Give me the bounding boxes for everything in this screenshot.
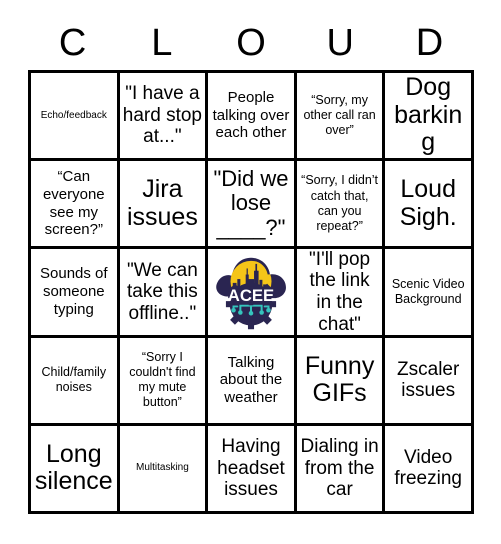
bingo-cell-label: Loud Sigh. — [399, 175, 457, 231]
bingo-cell[interactable]: "We can take this offline.." — [119, 249, 209, 338]
bingo-cell-label: "I'll pop the link in the chat" — [309, 249, 371, 335]
bingo-cell-label: “Can everyone see my screen?” — [42, 168, 105, 239]
bingo-cell[interactable]: Talking about the weather — [208, 337, 297, 426]
bingo-cell-label: "Did we lose ____?" — [213, 165, 289, 241]
bingo-cell[interactable]: People talking over each other — [208, 73, 297, 162]
bingo-cell[interactable]: Long silence — [31, 425, 120, 514]
bingo-cell[interactable]: Having headset issues — [208, 425, 297, 514]
bingo-cell-label: People talking over each other — [212, 89, 290, 142]
bingo-cell-label: “Sorry I couldn't find my mute button” — [129, 349, 196, 410]
bingo-cell[interactable]: Sounds of someone typing — [31, 249, 120, 338]
bingo-cell-label: Zscaler issues — [397, 358, 460, 402]
bingo-header: C L O U D — [28, 16, 474, 70]
bingo-cell-label: Funny GIFs — [304, 351, 375, 408]
bingo-cell-label: Scenic Video Background — [391, 276, 465, 306]
bingo-header-letter-5: D — [415, 22, 444, 64]
bingo-cell-label: Talking about the weather — [219, 353, 283, 407]
bingo-header-letter-2: L — [151, 22, 173, 64]
bingo-cell-label: Dog barking — [394, 73, 463, 157]
bingo-cell[interactable]: Video freezing — [385, 425, 474, 514]
bingo-cell[interactable]: Loud Sigh. — [385, 161, 474, 250]
bingo-cell[interactable]: “Can everyone see my screen?” — [31, 161, 120, 250]
bingo-card: C L O U D Echo/feedback "I have a hard st… — [0, 0, 501, 544]
bingo-cell-label: Multitasking — [135, 462, 189, 474]
bingo-cell[interactable]: Dialing in from the car — [296, 425, 386, 514]
bingo-cell[interactable]: Funny GIFs — [296, 337, 386, 426]
bingo-cell-label: "I have a hard stop at..." — [122, 83, 202, 148]
acee-logo: ACEE — [208, 249, 294, 334]
bingo-cell[interactable]: "I'll pop the link in the chat" — [296, 249, 386, 338]
bingo-cell-label: Long silence — [34, 439, 113, 496]
bingo-cell-label: Video freezing — [394, 446, 462, 490]
bingo-cell-label: Child/family noises — [41, 364, 107, 395]
bingo-grid: Echo/feedback "I have a hard stop at..." P… — [28, 70, 474, 514]
bingo-cell[interactable]: Zscaler issues — [385, 337, 474, 426]
bingo-cell[interactable]: Echo/feedback — [31, 73, 120, 162]
bingo-cell[interactable]: "Did we lose ____?" — [208, 161, 297, 250]
bingo-cell-label: Jira issues — [126, 175, 198, 231]
bingo-cell[interactable]: “Sorry, my other call ran over” — [296, 73, 386, 162]
bingo-header-letter-4: U — [326, 22, 354, 64]
bingo-cell[interactable]: Scenic Video Background — [385, 249, 474, 338]
bingo-header-letter-1: C — [58, 22, 87, 64]
bingo-cell[interactable]: Child/family noises — [31, 337, 120, 426]
bingo-cell[interactable]: “Sorry I couldn't find my mute button” — [119, 337, 209, 426]
acee-logo-svg: ACEE — [216, 257, 286, 330]
bingo-header-letter-3: O — [236, 22, 266, 64]
bingo-cell-label: Having headset issues — [217, 435, 285, 501]
bingo-cell-label: “Sorry, my other call ran over” — [303, 92, 376, 138]
logo-chip — [248, 300, 254, 306]
bingo-cell-label: Echo/feedback — [40, 109, 107, 121]
bingo-cell[interactable]: Jira issues — [119, 161, 209, 250]
bingo-cell[interactable]: "I have a hard stop at..." — [119, 73, 209, 162]
bingo-free-space-logo-cell[interactable]: ACEE — [208, 249, 297, 338]
bingo-cell[interactable]: “Sorry, I didn’t catch that, can you rep… — [296, 161, 386, 250]
bingo-cell-label: "We can take this offline.." — [126, 259, 198, 324]
bingo-cell-label: Sounds of someone typing — [40, 265, 108, 318]
bingo-cell[interactable]: Dog barking — [385, 73, 474, 162]
bingo-cell-label: “Sorry, I didn’t catch that, can you rep… — [301, 173, 379, 234]
bingo-cell-label: Dialing in from the car — [300, 435, 379, 501]
bingo-cell[interactable]: Multitasking — [119, 425, 209, 514]
